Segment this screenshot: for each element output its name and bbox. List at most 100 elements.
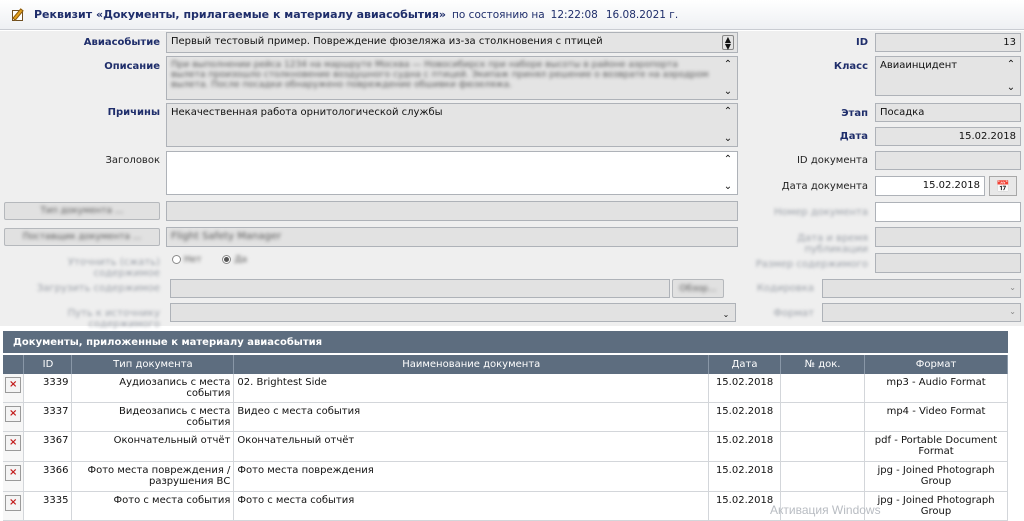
heading-field[interactable]: ⌃ ⌄ [166, 151, 738, 195]
description-value: При выполнении рейса 1234 на маршруте Мо… [171, 60, 709, 90]
scroll-down-icon[interactable]: ⌄ [724, 181, 732, 192]
row-format: pdf - Portable Document Format [864, 431, 1008, 462]
upload-path-field[interactable] [170, 279, 670, 298]
heading-scrollbar: ⌃ ⌄ [721, 154, 735, 192]
row-date: 15.02.2018 [708, 461, 782, 492]
class-value: Авиаинцидент [880, 60, 958, 71]
title-bar: Реквизит «Документы, прилагаемые к матер… [0, 0, 1024, 30]
chevron-down-icon[interactable]: ⌄ [1009, 283, 1016, 292]
delete-x-icon[interactable]: × [5, 435, 22, 451]
size-field [875, 253, 1021, 273]
heading-label: Заголовок [105, 155, 160, 166]
col-id[interactable]: ID [23, 355, 73, 374]
table-row[interactable]: × 3367 Окончательный отчёт Окончательный… [3, 431, 1008, 462]
table-row[interactable]: × 3366 Фото места повреждения / разрушен… [3, 461, 1008, 492]
delete-x-icon[interactable]: × [5, 406, 22, 422]
specify-radios: Нет Да [172, 255, 247, 265]
table-row[interactable]: × 3337 Видеозапись с места события Видео… [3, 402, 1008, 432]
specify-label: Уточнить (сжать) содержимое [67, 257, 160, 279]
doc-type-button-label: Тип документа ... [40, 206, 124, 216]
row-format: jpg - Joined Photograph Group [864, 461, 1008, 492]
class-label: Класс [833, 61, 868, 72]
scroll-down-icon[interactable]: ⌄ [724, 86, 732, 97]
col-format[interactable]: Формат [864, 355, 1008, 374]
doc-type-field[interactable] [166, 201, 738, 221]
row-name-link[interactable]: Фото с места события [233, 491, 710, 521]
delete-cell: × [3, 461, 25, 492]
calendar-icon[interactable]: 📅 [989, 176, 1017, 196]
doc-date-label: Дата документа [781, 181, 868, 192]
pub-datetime-field[interactable] [875, 227, 1021, 247]
page-title: Реквизит «Документы, прилагаемые к матер… [34, 8, 447, 21]
doc-date-field[interactable]: 15.02.2018 [875, 176, 985, 196]
windows-activation-watermark: Активация Windows [770, 503, 881, 517]
row-date: 15.02.2018 [708, 402, 782, 432]
scroll-up-icon[interactable]: ⌃ [1007, 59, 1015, 70]
row-type: Аудиозапись с места события [71, 374, 235, 403]
delete-x-icon[interactable]: × [5, 495, 22, 511]
requisite-form: Авиасобытие Первый тестовый пример. Повр… [0, 31, 1024, 330]
radio-yes[interactable]: Да [222, 255, 247, 265]
delete-x-icon[interactable]: × [5, 465, 22, 481]
doc-type-button[interactable]: Тип документа ... [4, 202, 160, 220]
row-format: mp4 - Video Format [864, 402, 1008, 432]
id-label: ID [855, 37, 868, 48]
causes-value: Некачественная работа орнитологической с… [171, 107, 443, 118]
scroll-down-icon[interactable]: ⌄ [1007, 82, 1015, 93]
scroll-up-icon[interactable]: ⌃ [724, 59, 732, 70]
causes-field[interactable]: Некачественная работа орнитологической с… [166, 103, 738, 147]
col-date[interactable]: Дата [708, 355, 782, 374]
state-label: по состоянию на [452, 8, 545, 21]
date-label: Дата [839, 131, 868, 142]
event-spinner[interactable]: ▲ ▼ [721, 35, 735, 51]
up-down-arrow-icon[interactable]: ▲ ▼ [722, 35, 734, 51]
doc-source-field[interactable]: Flight Safety Manager [166, 227, 738, 247]
description-field[interactable]: При выполнении рейса 1234 на маршруте Мо… [166, 56, 738, 100]
chevron-down-icon[interactable]: ⌄ [1009, 307, 1016, 316]
scroll-down-icon[interactable]: ⌄ [724, 133, 732, 144]
col-docno[interactable]: № док. [780, 355, 866, 374]
state-time: 12:22:08 [550, 8, 598, 21]
table-row[interactable]: × 3339 Аудиозапись с места события 02. B… [3, 374, 1008, 403]
row-name-link[interactable]: Видео с места события [233, 402, 710, 432]
path-field[interactable]: ⌄ [170, 303, 736, 322]
radio-no[interactable]: Нет [172, 255, 202, 265]
documents-table: ID Тип документа Наименование документа … [3, 355, 1008, 521]
radio-no-circle[interactable] [172, 255, 181, 264]
row-format: jpg - Joined Photograph Group [864, 491, 1008, 521]
causes-label: Причины [107, 107, 160, 118]
doc-number-field[interactable] [875, 202, 1021, 222]
scroll-up-icon[interactable]: ⌃ [724, 106, 732, 117]
row-docno [780, 461, 866, 492]
delete-cell: × [3, 491, 25, 521]
row-type: Фото с места события [71, 491, 235, 521]
radio-yes-circle[interactable] [222, 255, 232, 264]
grid-title: Документы, приложенные к материалу авиас… [3, 331, 1008, 353]
col-type[interactable]: Тип документа [71, 355, 235, 374]
upload-label: Загрузить содержимое [36, 283, 160, 294]
browse-button[interactable]: Обзор... [672, 279, 724, 298]
encoding-select[interactable]: ⌄ [822, 279, 1021, 298]
col-name[interactable]: Наименование документа [233, 355, 710, 374]
stage-label: Этап [841, 108, 868, 119]
row-name-link[interactable]: Фото места повреждения [233, 461, 710, 492]
delete-cell: × [3, 374, 25, 403]
event-field[interactable]: Первый тестовый пример. Повреждение фюзе… [166, 32, 738, 53]
class-field[interactable]: Авиаинцидент ⌃ ⌄ [875, 56, 1021, 96]
scroll-down-icon[interactable]: ⌄ [723, 310, 730, 319]
row-date: 15.02.2018 [708, 431, 782, 462]
row-name-link[interactable]: 02. Brightest Side [233, 374, 710, 403]
row-type: Фото места повреждения / разрушения ВС [71, 461, 235, 492]
format-label: Формат [773, 308, 814, 319]
scroll-up-icon[interactable]: ⌃ [724, 154, 732, 165]
row-id: 3335 [23, 491, 73, 521]
format-select[interactable]: ⌄ [822, 303, 1021, 322]
row-name-link[interactable]: Окончательный отчёт [233, 431, 710, 462]
delete-x-icon[interactable]: × [5, 377, 22, 393]
row-format: mp3 - Audio Format [864, 374, 1008, 403]
doc-source-button[interactable]: Поставщик документа ... [4, 228, 160, 246]
doc-id-field[interactable] [875, 151, 1021, 170]
description-label: Описание [104, 61, 160, 72]
doc-number-label: Номер документа [773, 207, 868, 218]
row-docno [780, 431, 866, 462]
